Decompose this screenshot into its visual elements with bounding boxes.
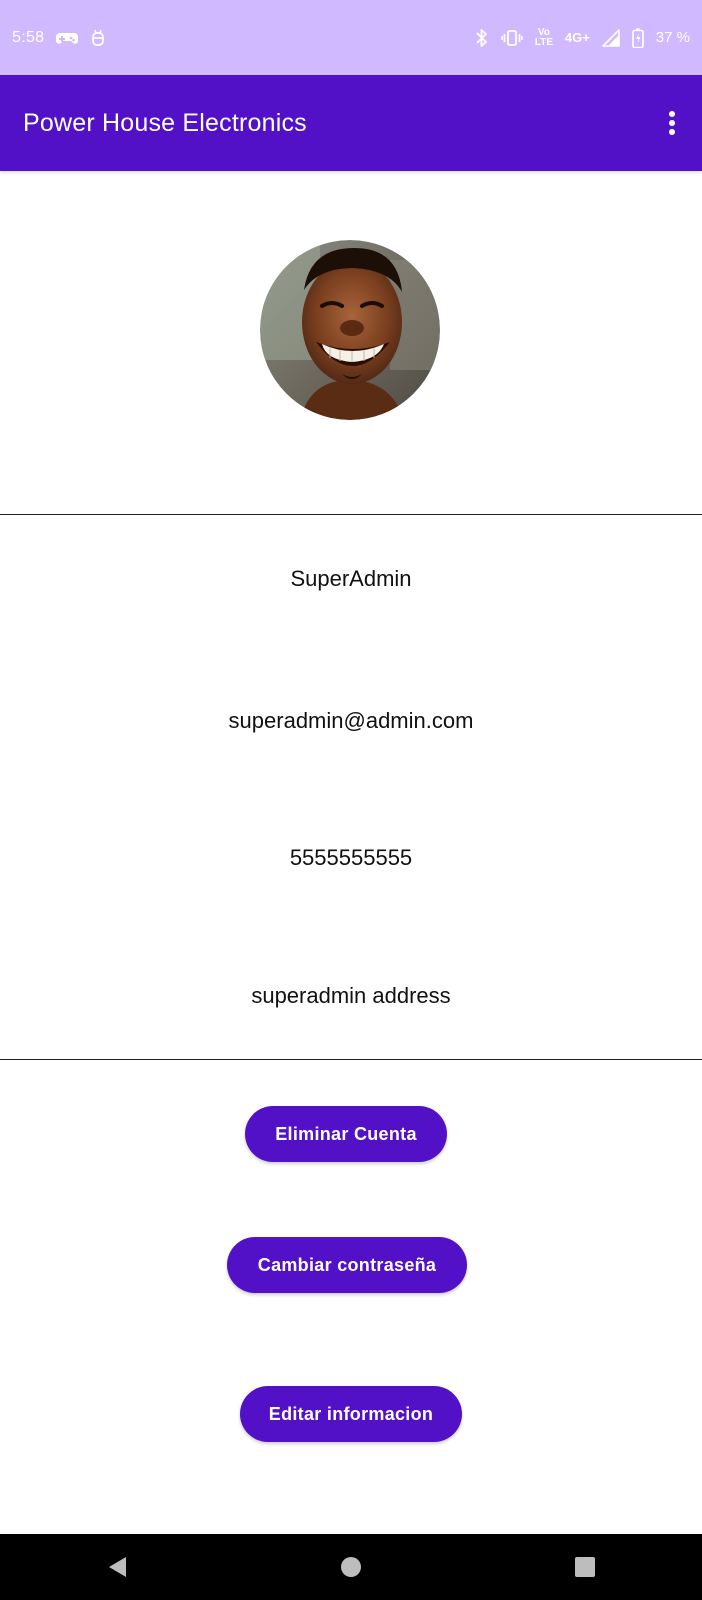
navigation-bar <box>0 1534 702 1600</box>
address-text: superadmin address <box>251 983 451 1008</box>
email-text: superadmin@admin.com <box>228 708 474 733</box>
network-type-label: 4G+ <box>564 30 590 45</box>
status-time: 5:58 <box>12 28 45 46</box>
bottom-divider <box>0 1059 702 1060</box>
battery-percent: 37 % <box>655 29 690 46</box>
change-password-button[interactable]: Cambiar contraseña <box>227 1237 467 1293</box>
app-title: Power House Electronics <box>23 108 307 137</box>
bluetooth-icon <box>475 28 489 48</box>
game-controller-icon <box>56 29 79 47</box>
username-text: SuperAdmin <box>290 566 412 591</box>
bug-icon <box>90 29 106 47</box>
app-bar: Power House Electronics <box>0 75 702 171</box>
battery-icon <box>631 28 644 48</box>
profile-screen: 5:58 Vo LTE 4G+ 37 % Power House Electro… <box>0 0 702 1600</box>
home-icon[interactable] <box>321 1537 381 1597</box>
delete-account-button[interactable]: Eliminar Cuenta <box>245 1106 447 1162</box>
volte-label: Vo LTE <box>534 26 554 48</box>
phone-text: 5555555555 <box>289 845 413 870</box>
signal-icon <box>601 28 620 47</box>
back-icon[interactable] <box>87 1537 147 1597</box>
top-divider <box>0 514 702 515</box>
recents-icon[interactable] <box>555 1537 615 1597</box>
vibrate-icon <box>501 29 523 47</box>
profile-avatar[interactable] <box>260 240 440 420</box>
more-vert-icon[interactable] <box>654 99 690 147</box>
status-bar: 5:58 Vo LTE 4G+ 37 % <box>0 0 702 75</box>
edit-info-button[interactable]: Editar informacion <box>240 1386 462 1442</box>
